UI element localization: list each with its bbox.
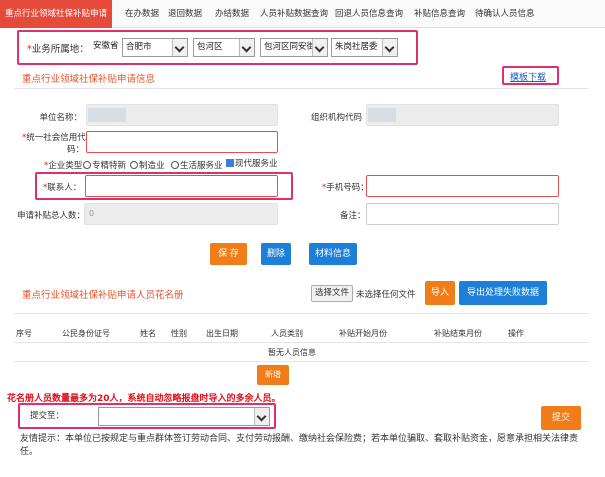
city-select[interactable]: 合肥市 (122, 38, 188, 57)
friendly-tip: 友情提示：本单位已按规定与重点群体签订劳动合同、支付劳动报酬、缴纳社会保险费；若… (20, 434, 579, 457)
chevron-down-icon (312, 39, 327, 56)
radio-modern-service[interactable]: 现代服务业 (226, 157, 278, 169)
phone-field[interactable] (366, 175, 559, 197)
col-header-birthdate: 出生日期 (206, 329, 238, 338)
empty-table-text: 暂无人员信息 (268, 348, 316, 357)
submit-button[interactable]: 提交 (541, 406, 581, 430)
import-button[interactable]: 导入 (425, 281, 455, 305)
radio-specialized[interactable]: 专精特新 (83, 159, 126, 171)
total-people-label: 申请补贴总人数： (17, 211, 86, 221)
divider (14, 313, 589, 314)
street-select[interactable]: 包河区同安街 (260, 38, 328, 57)
province-select[interactable]: 安徽省 (90, 38, 119, 57)
materials-button[interactable]: 材料信息 (309, 243, 357, 265)
col-header-category: 人员类别 (271, 329, 303, 338)
tab-person-subsidy-query[interactable]: 人员补贴数据查询 (260, 0, 328, 28)
col-header-actions: 操作 (508, 329, 524, 338)
divider (14, 88, 589, 89)
total-people-field: 0 (84, 203, 278, 225)
submit-to-label: 提交至： (30, 411, 65, 421)
col-header-end-month: 补贴结束月份 (434, 329, 482, 338)
tab-subsidy-info-query[interactable]: 补贴信息查询 (414, 0, 465, 28)
tab-completed[interactable]: 办结数据 (215, 0, 249, 28)
credit-code-field[interactable] (86, 131, 278, 153)
redacted-text (88, 108, 126, 122)
radio-life-service[interactable]: 生活服务业 (171, 159, 223, 171)
divider (14, 342, 589, 343)
delete-button[interactable]: 删除 (261, 243, 291, 265)
radio-icon (171, 161, 179, 169)
col-header-gender: 性别 (171, 329, 187, 338)
radio-icon (83, 161, 91, 169)
unit-name-label: 单位名称： (39, 113, 82, 123)
radio-manufacturing[interactable]: 制造业 (130, 159, 165, 171)
divider (14, 361, 589, 362)
community-select[interactable]: 朱岗社居委 (331, 38, 398, 57)
tab-returned-person-query[interactable]: 回退人员信息查询 (335, 0, 403, 28)
template-download-link[interactable]: 模板下载 (510, 70, 546, 83)
org-code-label: 组织机构代码 (310, 113, 362, 123)
tab-pending-confirm[interactable]: 待确认人员信息 (475, 0, 535, 28)
tab-in-progress[interactable]: 在办数据 (125, 0, 159, 28)
col-header-start-month: 补贴开始月份 (339, 329, 387, 338)
credit-code-label: *统一社会信用代 (22, 133, 86, 143)
add-person-button[interactable]: 新增 (257, 365, 289, 385)
remark-field[interactable] (366, 203, 559, 225)
submit-to-select[interactable] (98, 407, 270, 426)
district-select[interactable]: 包河区 (193, 38, 255, 57)
chevron-down-icon (239, 39, 254, 56)
location-label: *业务所属地： (27, 44, 89, 55)
chevron-down-icon (172, 39, 187, 56)
no-file-text: 未选择任何文件 (356, 290, 416, 300)
choose-file-button[interactable]: 选择文件 (311, 285, 353, 302)
tab-bar: 重点行业领域社保补贴申请 在办数据 退回数据 办结数据 人员补贴数据查询 回退人… (0, 0, 605, 28)
col-header-id-number: 公民身份证号 (62, 329, 110, 338)
roster-section-title: 重点行业领域社保补贴申请人员花名册 (22, 290, 184, 301)
checkbox-icon (226, 159, 234, 167)
col-header-name: 姓名 (140, 329, 156, 338)
export-failed-button[interactable]: 导出处理失败数据 (459, 281, 547, 305)
phone-label: *手机号码： (322, 183, 369, 193)
tab-social-subsidy-apply[interactable]: 重点行业领域社保补贴申请 (0, 0, 113, 28)
chevron-down-icon (382, 39, 397, 56)
radio-icon (130, 161, 138, 169)
contact-label: *联系人： (43, 183, 82, 193)
credit-code-label-2: 码： (66, 145, 84, 155)
remark-label: 备注： (340, 211, 366, 221)
contact-field[interactable] (85, 175, 278, 197)
save-button[interactable]: 保 存 (210, 243, 247, 265)
tab-returned[interactable]: 退回数据 (168, 0, 202, 28)
col-header-index: 序号 (16, 329, 32, 338)
chevron-down-icon (254, 408, 269, 425)
apply-section-title: 重点行业领域社保补贴申请信息 (22, 74, 156, 85)
redacted-text (368, 108, 396, 122)
